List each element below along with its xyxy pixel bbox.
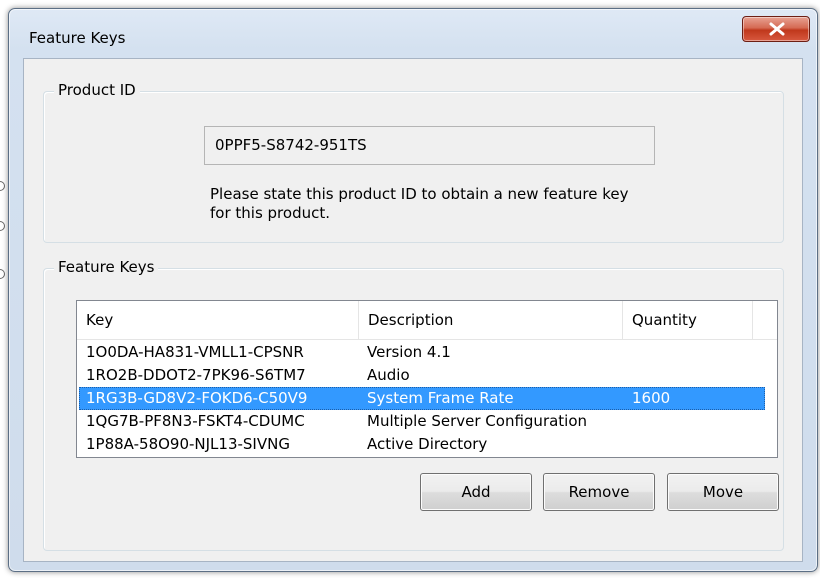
background-window-edge — [0, 176, 6, 194]
key-cell: 1QG7B-PF8N3-FSKT4-CDUMC — [86, 412, 305, 430]
add-button[interactable]: Add — [420, 473, 532, 511]
remove-button[interactable]: Remove — [543, 473, 655, 511]
description-cell: System Frame Rate — [367, 389, 514, 407]
move-button[interactable]: Move — [667, 473, 779, 511]
key-cell: 1O0DA-HA831-VMLL1-CPSNR — [86, 343, 304, 361]
quantity-cell: 1600 — [632, 389, 671, 407]
feature-keys-legend: Feature Keys — [54, 258, 159, 276]
table-row[interactable]: 1RO2B-DDOT2-7PK96-S6TM7 Audio — [79, 364, 765, 387]
feature-keys-list[interactable]: Key Description Quantity 1O0DA-HA831-VML… — [76, 300, 778, 458]
product-id-legend: Product ID — [54, 81, 140, 99]
table-row[interactable]: 1O0DA-HA831-VMLL1-CPSNR Version 4.1 — [79, 341, 765, 364]
description-cell: Audio — [367, 366, 410, 384]
column-header-quantity[interactable]: Quantity — [623, 301, 753, 339]
description-cell: Version 4.1 — [367, 343, 451, 361]
key-cell: 1RG3B-GD8V2-FOKD6-C50V9 — [86, 389, 308, 407]
close-icon — [769, 22, 785, 36]
product-id-field[interactable]: 0PPF5-S8742-951TS — [204, 126, 655, 165]
close-button[interactable] — [742, 16, 810, 42]
description-cell: Multiple Server Configuration — [367, 412, 588, 430]
dialog-title: Feature Keys — [29, 29, 126, 47]
table-row-selected[interactable]: 1RG3B-GD8V2-FOKD6-C50V9 System Frame Rat… — [79, 387, 765, 410]
list-header: Key Description Quantity — [77, 301, 777, 340]
feature-keys-dialog: Feature Keys Product ID 0PPF5-S8742-951T… — [8, 8, 818, 572]
key-cell: 1P88A-58O90-NJL13-SIVNG — [86, 435, 290, 453]
table-row[interactable]: 1P88A-58O90-NJL13-SIVNG Active Directory — [79, 433, 765, 456]
table-row[interactable]: 1QG7B-PF8N3-FSKT4-CDUMC Multiple Server … — [79, 410, 765, 433]
description-cell: Active Directory — [367, 435, 488, 453]
dialog-client-area: Product ID 0PPF5-S8742-951TS Please stat… — [23, 58, 803, 562]
column-header-description[interactable]: Description — [359, 301, 623, 339]
product-id-instructions: Please state this product ID to obtain a… — [210, 185, 730, 223]
background-window-edge — [0, 216, 6, 234]
background-window-edge — [0, 264, 6, 282]
instruction-line: for this product. — [210, 204, 330, 222]
column-header-key[interactable]: Key — [77, 301, 359, 339]
key-cell: 1RO2B-DDOT2-7PK96-S6TM7 — [86, 366, 306, 384]
instruction-line: Please state this product ID to obtain a… — [210, 185, 629, 203]
